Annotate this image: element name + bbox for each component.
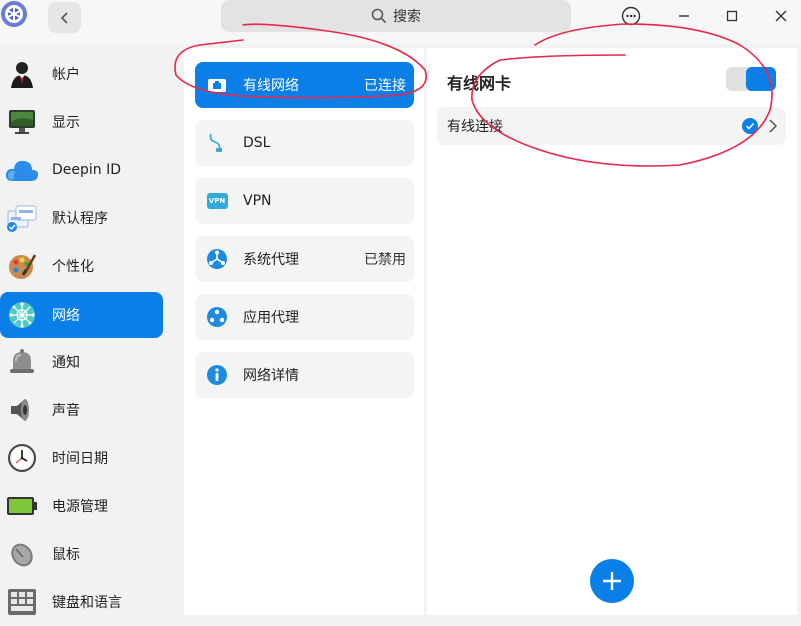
mouse-icon	[5, 537, 39, 571]
clock-icon	[5, 441, 39, 475]
search-placeholder: 搜索	[393, 9, 421, 25]
network-item-label: 网络详情	[243, 368, 299, 384]
back-button[interactable]	[48, 2, 81, 33]
network-icon	[5, 298, 39, 332]
sidebar-item-label: 个性化	[52, 259, 94, 275]
sidebar-item-mouse[interactable]: 鼠标	[0, 531, 163, 577]
default-apps-icon	[5, 201, 39, 235]
deepin-logo-icon	[0, 0, 30, 30]
sidebar-item-label: 显示	[52, 115, 80, 131]
maximize-button[interactable]	[720, 4, 744, 28]
minimize-icon	[679, 15, 689, 17]
sidebar-item-label: 默认程序	[52, 211, 108, 227]
toggle-knob	[746, 67, 776, 91]
sidebar-item-notifications[interactable]: 通知	[0, 339, 163, 385]
maximize-icon	[726, 10, 738, 22]
system-proxy-icon	[206, 248, 228, 270]
sidebar-item-label: 通知	[52, 355, 80, 371]
speaker-icon	[5, 393, 39, 427]
keyboard-icon	[5, 585, 39, 619]
dsl-icon	[206, 132, 228, 154]
battery-icon	[5, 489, 39, 523]
network-item-label: VPN	[243, 193, 272, 209]
bell-icon	[5, 345, 39, 379]
personalization-icon	[5, 249, 39, 283]
network-item-label: 系统代理	[243, 252, 299, 268]
vpn-icon: VPN	[206, 190, 228, 212]
wired-network-icon	[206, 74, 228, 96]
title-bar: 搜索	[0, 0, 801, 44]
sidebar-item-label: 帐户	[52, 67, 80, 83]
network-item-app-proxy[interactable]: 应用代理	[195, 294, 414, 340]
network-item-status: 已连接	[364, 78, 406, 94]
network-item-label: 有线网络	[243, 78, 299, 94]
sidebar-item-keyboard[interactable]: 键盘和语言	[0, 579, 163, 625]
sidebar-item-deepin-id[interactable]: Deepin ID	[0, 147, 163, 193]
search-input[interactable]: 搜索	[221, 0, 571, 32]
sidebar-item-label: 键盘和语言	[52, 595, 122, 611]
search-icon	[371, 8, 387, 24]
menu-button[interactable]	[619, 4, 643, 28]
add-connection-button[interactable]	[590, 559, 634, 603]
plus-icon	[603, 572, 621, 590]
network-item-wired[interactable]: 有线网络 已连接	[195, 62, 414, 108]
network-item-label: DSL	[243, 135, 271, 151]
network-item-details[interactable]: 网络详情	[195, 352, 414, 398]
sidebar-item-label: 网络	[52, 308, 80, 324]
app-proxy-icon	[206, 306, 228, 328]
sidebar-item-power[interactable]: 电源管理	[0, 483, 163, 529]
sidebar-item-network[interactable]: 网络	[0, 292, 163, 338]
info-icon	[206, 364, 228, 386]
close-button[interactable]	[769, 4, 793, 28]
checkmark-icon	[742, 118, 758, 134]
display-icon	[5, 105, 39, 139]
sidebar-item-label: 鼠标	[52, 547, 80, 563]
sidebar-item-label: 电源管理	[52, 499, 108, 515]
close-icon	[775, 10, 787, 22]
sidebar-item-display[interactable]: 显示	[0, 99, 163, 145]
sidebar-item-label: 声音	[52, 403, 80, 419]
sidebar-item-datetime[interactable]: 时间日期	[0, 435, 163, 481]
sidebar-item-label: Deepin ID	[52, 162, 122, 178]
section-title: 有线网卡	[447, 74, 512, 93]
account-icon	[5, 57, 39, 91]
network-item-label: 应用代理	[243, 310, 299, 326]
network-item-dsl[interactable]: DSL	[195, 120, 414, 166]
sidebar-item-default-apps[interactable]: 默认程序	[0, 195, 163, 241]
sidebar-item-personalization[interactable]: 个性化	[0, 243, 163, 289]
chevron-left-icon	[60, 11, 68, 24]
network-menu-panel: 有线网络 已连接 DSL VPN VPN 系统代理 已禁用 应用代理 网络详情	[184, 48, 424, 615]
sidebar-item-sound[interactable]: 声音	[0, 387, 163, 433]
wired-detail-panel: 有线网卡 有线连接	[427, 48, 797, 615]
connection-label: 有线连接	[447, 119, 503, 135]
cloud-icon	[5, 153, 39, 187]
wired-adapter-toggle[interactable]	[726, 67, 776, 91]
wired-connection-row[interactable]: 有线连接	[437, 107, 786, 145]
network-item-status: 已禁用	[364, 252, 406, 268]
network-item-system-proxy[interactable]: 系统代理 已禁用	[195, 236, 414, 282]
chevron-right-icon[interactable]	[768, 119, 778, 133]
sidebar: 帐户 显示 Deepin ID 默认程序 个性化 网络 通知 声音 时间日期 电…	[0, 48, 172, 626]
sidebar-item-label: 时间日期	[52, 451, 108, 467]
network-item-vpn[interactable]: VPN VPN	[195, 178, 414, 224]
sidebar-item-account[interactable]: 帐户	[0, 51, 163, 97]
minimize-button[interactable]	[672, 4, 696, 28]
more-options-icon	[621, 6, 641, 26]
